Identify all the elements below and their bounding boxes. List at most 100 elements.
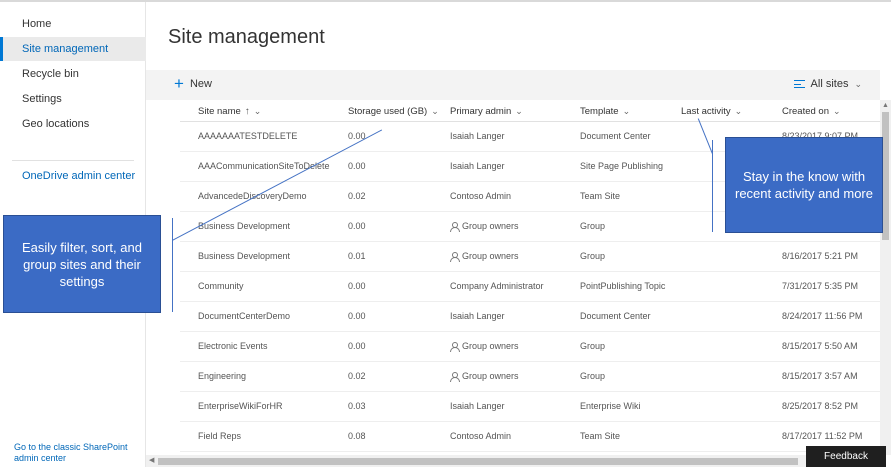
template-name: Team Site: [580, 431, 621, 441]
primary-admin: Contoso Admin: [450, 431, 511, 441]
primary-admin-text: Group owners: [462, 251, 519, 261]
view-selector[interactable]: All sites ⌄: [793, 78, 862, 90]
onedrive-admin-link[interactable]: OneDrive admin center: [22, 170, 135, 182]
vertical-scroll-thumb[interactable]: [882, 112, 889, 240]
primary-admin-text: Company Administrator: [450, 281, 544, 291]
site-name-link[interactable]: DocumentCenterDemo: [198, 311, 290, 321]
site-name-link[interactable]: Field Reps: [198, 431, 241, 441]
new-button[interactable]: + New: [174, 74, 212, 93]
storage-used: 0.00: [348, 341, 366, 351]
nav-item-site-management[interactable]: Site management: [0, 37, 146, 61]
column-header-label: Created on: [782, 105, 830, 117]
site-name-link[interactable]: EnterpriseWikiForHR: [198, 401, 283, 411]
site-name-link[interactable]: Engineering: [198, 371, 246, 381]
column-header-storage[interactable]: Storage used (GB) ⌄: [348, 104, 439, 118]
person-icon: [450, 251, 460, 262]
column-header-template[interactable]: Template ⌄: [580, 104, 630, 118]
site-name-link[interactable]: Electronic Events: [198, 341, 268, 351]
site-name-link[interactable]: AdvancedeDiscoveryDemo: [198, 191, 307, 201]
primary-admin: Contoso Admin: [450, 191, 511, 201]
primary-admin: Isaiah Langer: [450, 401, 505, 411]
storage-used: 0.02: [348, 371, 366, 381]
filter-icon: [793, 80, 805, 88]
nav-item-settings[interactable]: Settings: [0, 87, 146, 111]
primary-admin: Group owners: [450, 371, 519, 382]
template-name: Enterprise Wiki: [580, 401, 641, 411]
callout-filter-sort: Easily filter, sort, and group sites and…: [3, 215, 161, 313]
column-header-created-on[interactable]: Created on ⌄: [782, 104, 841, 118]
page-title: Site management: [168, 26, 325, 48]
storage-used: 0.00: [348, 281, 366, 291]
site-name-link[interactable]: Business Development: [198, 221, 290, 231]
column-header-primary-admin[interactable]: Primary admin ⌄: [450, 104, 523, 118]
storage-used: 0.08: [348, 431, 366, 441]
table-row[interactable]: Community 0.00 Company Administrator PointP…: [180, 272, 880, 302]
storage-used: 0.00: [348, 161, 366, 171]
primary-admin-text: Group owners: [462, 221, 519, 231]
storage-used: 0.01: [348, 251, 366, 261]
scroll-up-icon[interactable]: ▲: [882, 102, 889, 109]
site-name-link[interactable]: AAAAAAATESTDELETE: [198, 131, 297, 141]
plus-icon: +: [174, 74, 184, 93]
created-on: 8/15/2017 5:50 AM: [782, 341, 858, 351]
callout-left-bracket: [172, 218, 174, 312]
primary-admin: Group owners: [450, 221, 519, 232]
feedback-button[interactable]: Feedback: [806, 446, 886, 467]
column-header-label: Primary admin: [450, 105, 512, 117]
primary-admin: Isaiah Langer: [450, 131, 505, 141]
person-icon: [450, 221, 460, 232]
storage-used: 0.02: [348, 191, 366, 201]
primary-admin-text: Isaiah Langer: [450, 311, 505, 321]
classic-admin-link[interactable]: Go to the classic SharePoint admin cente…: [14, 442, 139, 464]
table-row[interactable]: Engineering 0.02 Group owners Group 8/15/201…: [180, 362, 880, 392]
primary-admin: Group owners: [450, 251, 519, 262]
column-header-last-activity[interactable]: Last activity ⌄: [681, 104, 742, 118]
table-row[interactable]: Field Reps 0.08 Contoso Admin Team Site 8/17…: [180, 422, 880, 452]
chevron-down-icon: ⌄: [854, 78, 862, 89]
column-header-label: Storage used (GB): [348, 105, 428, 117]
nav-item-home[interactable]: Home: [0, 12, 146, 36]
horizontal-scrollbar[interactable]: ◀: [146, 455, 880, 467]
nav-item-geo-locations[interactable]: Geo locations: [0, 112, 146, 136]
chevron-down-icon: ⌄: [833, 105, 841, 116]
column-header-site-name[interactable]: Site name ↑ ⌄: [198, 104, 261, 118]
template-name: Group: [580, 251, 606, 261]
storage-used: 0.00: [348, 311, 366, 321]
site-name-link[interactable]: Business Development: [198, 251, 290, 261]
column-header-label: Site name: [198, 105, 241, 117]
template-name: Document Center: [580, 131, 651, 141]
template-name: Group: [580, 371, 606, 381]
table-row[interactable]: Electronic Events 0.00 Group owners Group 8/…: [180, 332, 880, 362]
primary-admin-text: Contoso Admin: [450, 191, 512, 201]
chevron-down-icon: ⌄: [431, 105, 439, 116]
template-name: PointPublishing Topic: [580, 281, 666, 291]
chevron-down-icon: ⌄: [253, 105, 262, 116]
person-icon: [450, 371, 460, 382]
nav-divider: [12, 160, 134, 161]
column-header-label: Last activity: [681, 105, 731, 117]
created-on: 8/15/2017 3:57 AM: [782, 371, 858, 381]
sort-ascending-icon: ↑: [244, 105, 250, 117]
created-on: 8/24/2017 11:56 PM: [782, 311, 863, 321]
storage-used: 0.00: [348, 221, 366, 231]
person-icon: [450, 341, 460, 352]
primary-admin-text: Isaiah Langer: [450, 401, 505, 411]
template-name: Site Page Publishing: [580, 161, 664, 171]
primary-admin-text: Isaiah Langer: [450, 131, 505, 141]
table-row[interactable]: DocumentCenterDemo 0.00 Isaiah Langer Docum…: [180, 302, 880, 332]
primary-admin: Company Administrator: [450, 281, 544, 291]
primary-admin-text: Contoso Admin: [450, 431, 512, 441]
primary-admin: Isaiah Langer: [450, 311, 505, 321]
created-on: 7/31/2017 5:35 PM: [782, 281, 859, 291]
table-row[interactable]: EnterpriseWikiForHR 0.03 Isaiah Langer Ente…: [180, 392, 880, 422]
horizontal-scroll-thumb[interactable]: [158, 458, 798, 465]
scroll-left-icon[interactable]: ◀: [149, 456, 154, 464]
primary-admin-text: Isaiah Langer: [450, 161, 505, 171]
table-row[interactable]: Business Development 0.01 Group owners Grou…: [180, 242, 880, 272]
chevron-down-icon: ⌄: [515, 105, 523, 116]
callout-recent-activity: Stay in the know with recent activity an…: [725, 137, 883, 233]
site-name-link[interactable]: Community: [198, 281, 244, 291]
command-bar: + New All sites ⌄: [146, 70, 880, 100]
primary-admin: Isaiah Langer: [450, 161, 505, 171]
nav-item-recycle-bin[interactable]: Recycle bin: [0, 62, 146, 86]
